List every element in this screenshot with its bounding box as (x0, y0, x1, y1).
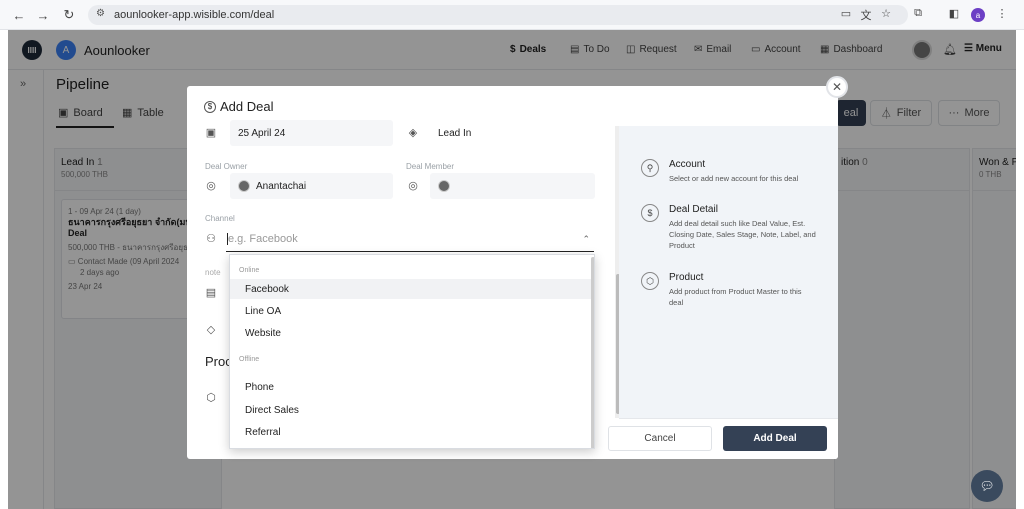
info-panel: ⚲ Account Select or add new account for t… (619, 126, 838, 459)
chat-support-icon[interactable]: 💬︎ (971, 470, 1003, 502)
deal-owner-label: Deal Owner (205, 162, 248, 171)
browser-chrome: ← → ↻ ⚙ aounlooker-app.wisible.com/deal … (0, 0, 1024, 30)
owner-avatar (238, 180, 250, 192)
info-product: ⬡ Product Add product from Product Master… (641, 272, 816, 308)
url-text: aounlooker-app.wisible.com/deal (114, 9, 275, 21)
stage-icon: ◈ (408, 127, 418, 139)
deal-owner-field[interactable]: Anantachai (230, 173, 393, 199)
channel-label: Channel (205, 214, 235, 223)
extensions-icon[interactable]: ⧉ (910, 7, 926, 20)
product-box-icon: ⬡ (206, 392, 216, 404)
money-icon: $ (641, 204, 659, 222)
option-direct-sales[interactable]: Direct Sales (230, 399, 592, 421)
modal-title: $ Add Deal (204, 99, 273, 114)
note-icon: ▤ (205, 287, 217, 299)
option-line-oa[interactable]: Line OA (230, 300, 592, 322)
browser-menu-icon[interactable]: ⋮ (994, 7, 1010, 20)
address-bar[interactable]: ⚙ aounlooker-app.wisible.com/deal (88, 5, 908, 25)
chevron-up-icon[interactable]: ⌃ (582, 234, 590, 245)
dropdown-scrollbar[interactable] (591, 257, 594, 448)
member-avatar (438, 180, 450, 192)
deal-member-label: Deal Member (406, 162, 455, 171)
translate-icon[interactable]: 文 (858, 7, 874, 23)
cancel-button[interactable]: Cancel (608, 426, 712, 451)
channel-select[interactable]: ⌃ (226, 226, 594, 252)
box-icon: ⬡ (641, 272, 659, 290)
bookmark-star-icon[interactable]: ☆ (878, 7, 894, 20)
owner-user-icon: ◎ (206, 180, 216, 192)
deal-member-field[interactable] (430, 173, 595, 199)
option-website[interactable]: Website (230, 322, 592, 344)
closing-date-field[interactable]: 25 April 24 (230, 120, 393, 146)
reload-icon[interactable]: ↻ (60, 6, 78, 24)
close-icon: ✕ (831, 80, 843, 94)
close-modal-button[interactable]: ✕ (826, 76, 848, 98)
channel-hierarchy-icon: ⚇ (206, 233, 216, 245)
label-tag-icon: ◇ (206, 324, 216, 336)
forward-icon[interactable]: → (34, 6, 52, 24)
info-account: ⚲ Account Select or add new account for t… (641, 159, 816, 184)
deal-money-icon: $ (204, 100, 216, 113)
stage-field[interactable]: Lead In (430, 120, 595, 146)
site-settings-icon[interactable]: ⚙ (96, 8, 105, 19)
cast-icon[interactable]: ▭ (838, 7, 854, 20)
submit-add-deal-button[interactable]: Add Deal (723, 426, 827, 451)
calendar-icon: ▣ (205, 127, 217, 139)
group-offline: Offline (239, 356, 260, 363)
user-icon: ⚲ (641, 159, 659, 177)
channel-dropdown[interactable]: Online Facebook Line OA Website Offline … (229, 254, 595, 449)
info-deal-detail: $ Deal Detail Add deal detail such like D… (641, 204, 816, 251)
note-label: note (205, 268, 221, 277)
product-heading: Proc (205, 354, 232, 369)
option-facebook[interactable]: Facebook (230, 279, 592, 299)
group-online: Online (239, 267, 260, 274)
side-panel-icon[interactable]: ◧ (946, 7, 962, 20)
member-user-icon: ◎ (408, 180, 418, 192)
back-icon[interactable]: ← (10, 6, 28, 24)
browser-profile-avatar[interactable]: a (971, 8, 985, 22)
channel-input[interactable] (228, 232, 558, 245)
text-cursor (227, 233, 228, 245)
option-referral[interactable]: Referral (230, 421, 592, 443)
option-phone[interactable]: Phone (230, 376, 592, 398)
